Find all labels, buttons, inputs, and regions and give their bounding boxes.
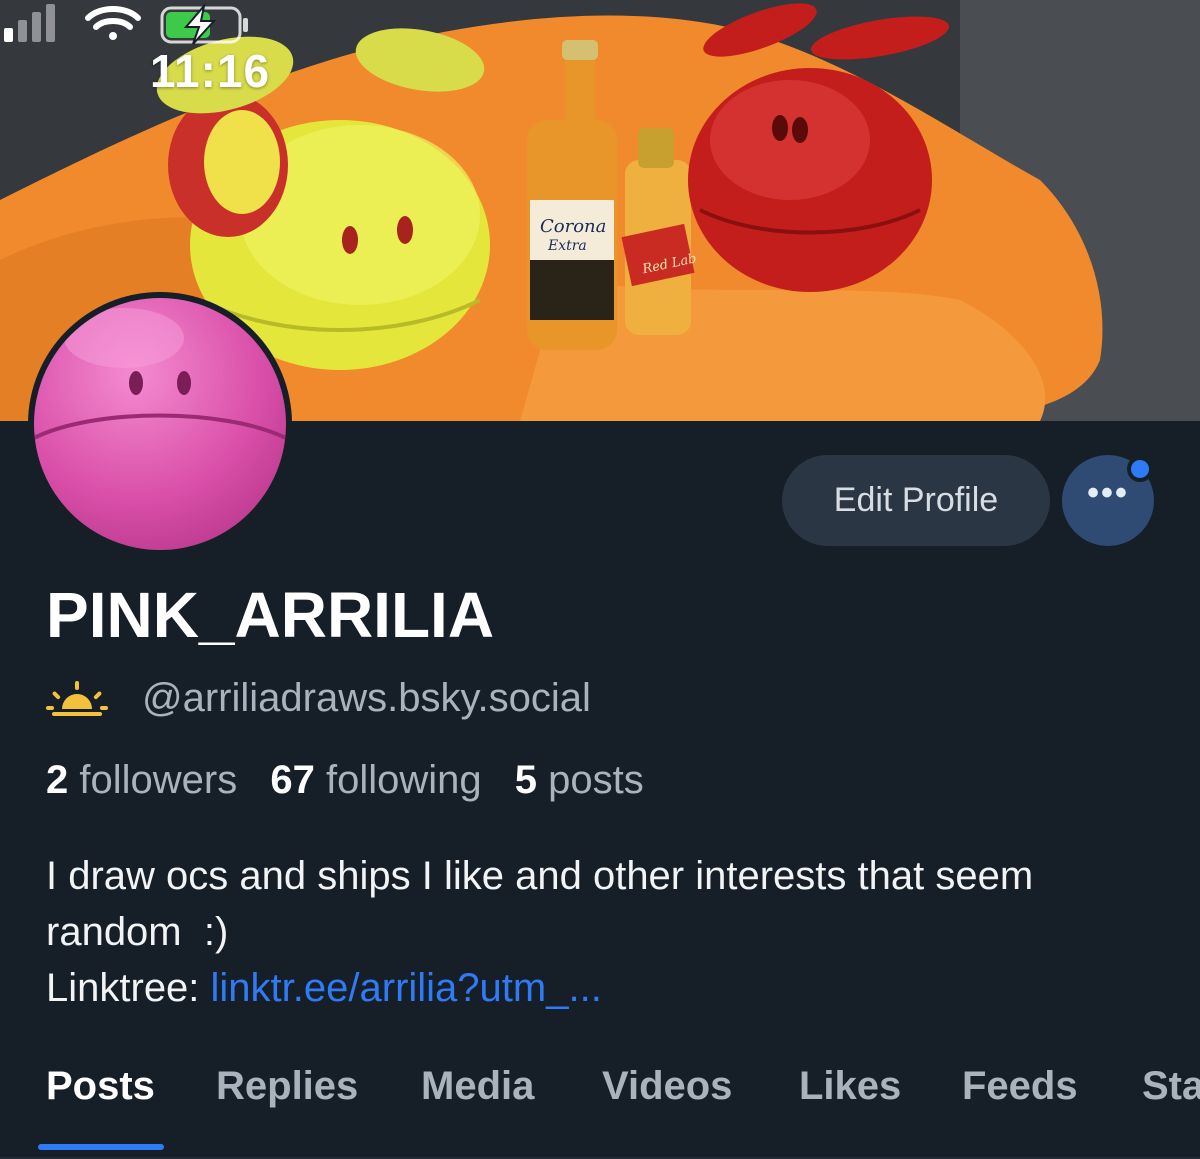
handle-row: @arriliadraws.bsky.social: [46, 676, 591, 721]
followers-stat[interactable]: 2 followers: [46, 758, 237, 802]
profile-tabs: Posts Replies Media Videos Likes Feeds S…: [0, 1060, 1200, 1159]
tab-replies[interactable]: Replies: [216, 1064, 358, 1109]
posts-stat: 5 posts: [515, 758, 644, 802]
followers-count: 2: [46, 758, 69, 802]
avatar-image: [34, 298, 286, 550]
bio-line-3: Linktree: linktr.ee/arrilia?utm_...: [46, 960, 1176, 1016]
battery-charging-icon: [160, 2, 248, 45]
bio-line-1: I draw ocs and ships I like and other in…: [46, 854, 1034, 898]
bio-link[interactable]: linktr.ee/arrilia?utm_...: [211, 966, 602, 1010]
avatar[interactable]: [28, 292, 292, 556]
tab-media[interactable]: Media: [421, 1064, 534, 1109]
handle[interactable]: @arriliadraws.bsky.social: [142, 676, 591, 721]
bio-line-2: random :): [46, 910, 229, 954]
bio-link-label: Linktree:: [46, 966, 211, 1010]
posts-label: posts: [548, 758, 644, 802]
tab-likes[interactable]: Likes: [799, 1064, 901, 1109]
followers-label: followers: [79, 758, 238, 802]
status-time: 11:16: [150, 45, 271, 97]
profile-stats: 2 followers 67 following 5 posts: [46, 758, 666, 803]
display-name: PINK_ARRILIA: [46, 579, 495, 651]
tab-videos[interactable]: Videos: [602, 1064, 732, 1109]
edit-profile-button[interactable]: Edit Profile: [782, 455, 1050, 546]
wifi-icon: [85, 6, 141, 40]
following-stat[interactable]: 67 following: [270, 758, 481, 802]
following-label: following: [325, 758, 482, 802]
signal-icon: [4, 4, 55, 42]
tab-starter-packs[interactable]: Sta: [1142, 1064, 1200, 1109]
tab-posts[interactable]: Posts: [46, 1064, 155, 1109]
tab-feeds[interactable]: Feeds: [962, 1064, 1078, 1109]
bottle-label-1b: Extra: [547, 238, 587, 254]
posts-count: 5: [514, 758, 537, 802]
notification-dot: [1127, 456, 1153, 482]
active-tab-indicator: [38, 1144, 164, 1150]
status-icons: [4, 2, 248, 45]
sunrise-icon: [46, 680, 108, 716]
more-icon: •••: [1087, 474, 1129, 512]
following-count: 67: [270, 758, 315, 802]
bottle-label-1: Corona: [540, 216, 606, 237]
profile-bio: I draw ocs and ships I like and other in…: [46, 848, 1176, 1016]
